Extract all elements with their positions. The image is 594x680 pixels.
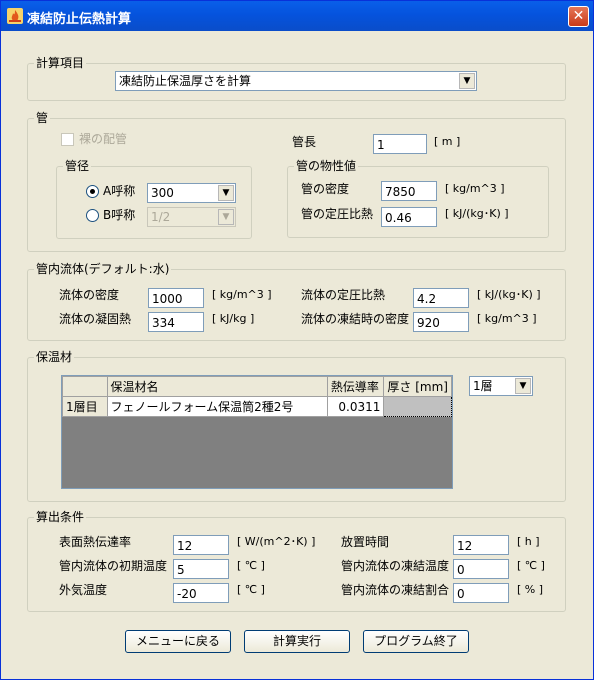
ambient-input[interactable]: -20 — [173, 583, 229, 603]
pipe-legend: 管 — [34, 111, 51, 125]
bare-pipe-label: 裸の配管 — [79, 132, 128, 146]
column-header — [62, 376, 108, 397]
pipe-length-input[interactable]: 1 — [373, 134, 427, 154]
fluid-density-label: 流体の密度 — [59, 288, 120, 302]
fluid-frozen-density-unit: [ kg/m^3 ] — [477, 312, 537, 325]
init-temp-input[interactable]: 5 — [173, 559, 229, 579]
row-header: 1層目 — [62, 396, 108, 417]
b-size-radio[interactable] — [86, 209, 99, 222]
pipe-density-label: 管の密度 — [301, 182, 350, 196]
fluid-cp-input[interactable]: 4.2 — [413, 288, 469, 308]
chevron-down-icon[interactable]: ▼ — [218, 185, 234, 201]
insulation-table: 保温材名 熱伝導率 厚さ [mm] 1層目 フェノールフォーム保温筒2種2号 0… — [62, 376, 452, 417]
fluid-frozen-density-input[interactable]: 920 — [413, 312, 469, 332]
pipe-cp-unit: [ kJ/(kg･K) ] — [445, 207, 509, 220]
fluid-frozen-density-label: 流体の凍結時の密度 — [301, 312, 410, 326]
bare-pipe-checkbox[interactable] — [61, 133, 74, 146]
freeze-temp-input[interactable]: 0 — [453, 559, 509, 579]
window-title: 凍結防止伝熱計算 — [27, 12, 132, 27]
column-header[interactable]: 保温材名 — [106, 376, 328, 397]
htc-unit: [ W/(m^2･K) ] — [237, 535, 316, 548]
pipe-density-input[interactable]: 7850 — [381, 181, 437, 201]
pipe-props-group: 管の物性値 — [287, 159, 549, 238]
ambient-label: 外気温度 — [59, 583, 108, 597]
conductivity-cell[interactable]: 0.0311 — [326, 396, 385, 417]
fluid-latent-unit: [ kJ/kg ] — [212, 312, 255, 325]
pipe-length-label: 管長 — [292, 135, 317, 149]
conditions-legend: 算出条件 — [34, 510, 87, 524]
freeze-ratio-input[interactable]: 0 — [453, 583, 509, 603]
calc-item-legend: 計算項目 — [34, 56, 87, 70]
title-bar[interactable]: 凍結防止伝熱計算 ✕ — [1, 1, 593, 31]
column-header[interactable]: 厚さ [mm] — [383, 376, 452, 397]
pipe-cp-label: 管の定圧比熱 — [301, 207, 374, 221]
chevron-down-icon[interactable]: ▼ — [459, 73, 475, 89]
htc-label: 表面熱伝達率 — [59, 535, 132, 549]
a-size-label: A呼称 — [103, 184, 136, 198]
close-button[interactable]: ✕ — [568, 6, 589, 27]
freeze-temp-unit: [ ℃ ] — [517, 559, 545, 572]
fluid-latent-label: 流体の凝固熱 — [59, 312, 132, 326]
close-icon: ✕ — [572, 8, 585, 24]
time-unit: [ h ] — [517, 535, 540, 548]
material-name-cell[interactable]: フェノールフォーム保温筒2種2号 — [106, 396, 328, 417]
b-size-label: B呼称 — [103, 208, 136, 222]
chevron-down-icon[interactable]: ▼ — [218, 209, 234, 225]
app-window: 凍結防止伝熱計算 ✕ 計算項目 凍結防止保温厚さを計算 ▼ 管 裸の配管 管長 … — [0, 0, 594, 680]
b-size-value: 1/2 — [151, 210, 171, 224]
a-size-value: 300 — [151, 186, 174, 200]
layers-select[interactable]: 1層 ▼ — [469, 376, 533, 396]
a-size-select[interactable]: 300 ▼ — [147, 183, 236, 203]
app-flame-icon — [7, 8, 23, 24]
fluid-density-input[interactable]: 1000 — [148, 288, 204, 308]
fluid-group: 管内流体(デフォルト:水) — [27, 262, 566, 341]
htc-input[interactable]: 12 — [173, 535, 229, 555]
chevron-down-icon[interactable]: ▼ — [515, 378, 531, 394]
init-temp-label: 管内流体の初期温度 — [59, 559, 168, 573]
time-input[interactable]: 12 — [453, 535, 509, 555]
pipe-cp-input[interactable]: 0.46 — [381, 207, 437, 227]
fluid-cp-unit: [ kJ/(kg･K) ] — [477, 288, 541, 301]
init-temp-unit: [ ℃ ] — [237, 559, 265, 572]
calc-item-value: 凍結防止保温厚さを計算 — [119, 74, 252, 88]
fluid-legend: 管内流体(デフォルト:水) — [34, 262, 172, 276]
fluid-cp-label: 流体の定圧比熱 — [301, 288, 386, 302]
insulation-grid[interactable]: 保温材名 熱伝導率 厚さ [mm] 1層目 フェノールフォーム保温筒2種2号 0… — [61, 375, 453, 489]
exit-program-button[interactable]: プログラム終了 — [363, 630, 469, 653]
table-row[interactable]: 1層目 フェノールフォーム保温筒2種2号 0.0311 — [62, 396, 452, 417]
ambient-unit: [ ℃ ] — [237, 583, 265, 596]
layers-value: 1層 — [473, 379, 493, 393]
freeze-ratio-label: 管内流体の凍結割合 — [341, 583, 450, 597]
thickness-cell[interactable] — [383, 396, 452, 417]
fluid-latent-input[interactable]: 334 — [148, 312, 204, 332]
column-header[interactable]: 熱伝導率 — [326, 376, 385, 397]
time-label: 放置時間 — [341, 535, 390, 549]
calc-item-select[interactable]: 凍結防止保温厚さを計算 ▼ — [115, 71, 477, 91]
freeze-ratio-unit: [ % ] — [517, 583, 544, 596]
grid-header-row: 保温材名 熱伝導率 厚さ [mm] — [62, 376, 452, 397]
b-size-select[interactable]: 1/2 ▼ — [147, 207, 236, 227]
pipe-length-unit: [ m ] — [434, 135, 461, 148]
pipe-props-legend: 管の物性値 — [294, 159, 359, 173]
run-calc-button[interactable]: 計算実行 — [244, 630, 350, 653]
back-to-menu-button[interactable]: メニューに戻る — [125, 630, 231, 653]
fluid-density-unit: [ kg/m^3 ] — [212, 288, 272, 301]
pipe-density-unit: [ kg/m^3 ] — [445, 182, 505, 195]
a-size-radio[interactable] — [86, 185, 99, 198]
freeze-temp-label: 管内流体の凍結温度 — [341, 559, 450, 573]
diameter-legend: 管径 — [63, 159, 92, 173]
insulation-legend: 保温材 — [34, 350, 75, 364]
